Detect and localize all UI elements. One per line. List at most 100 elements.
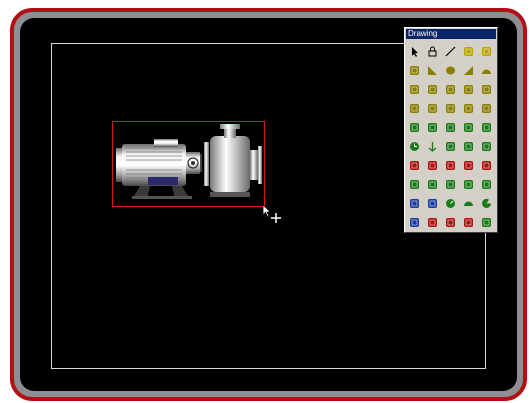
palette-tool-data-table[interactable] bbox=[409, 213, 420, 227]
palette-tool-ellipse[interactable] bbox=[445, 61, 456, 75]
palette-tool-xy-plot[interactable] bbox=[481, 80, 492, 94]
palette-tool-pie[interactable] bbox=[481, 194, 492, 208]
speaker-icon bbox=[446, 161, 455, 170]
camera-icon bbox=[464, 218, 473, 227]
tab-icon bbox=[482, 218, 491, 227]
palette-tool-rounded-rectangle[interactable] bbox=[481, 42, 492, 56]
tank-icon bbox=[428, 85, 437, 94]
numeric-display-icon bbox=[410, 123, 419, 132]
tag-icon bbox=[428, 199, 437, 208]
palette-tool-vertical-scale[interactable] bbox=[409, 99, 420, 113]
level-icon bbox=[464, 142, 473, 151]
palette-tool-tag[interactable] bbox=[427, 194, 438, 208]
palette-tool-valve[interactable] bbox=[445, 175, 456, 189]
palette-tool-down-arrow[interactable] bbox=[427, 137, 438, 152]
palette-tool-tab[interactable] bbox=[481, 213, 492, 227]
palette-tool-triangle[interactable] bbox=[427, 61, 438, 75]
selection-box[interactable] bbox=[112, 121, 265, 207]
palette-tool-shield[interactable] bbox=[445, 99, 456, 113]
meter-icon bbox=[410, 85, 419, 94]
switch-icon bbox=[464, 123, 473, 132]
alarm-banner-icon bbox=[410, 161, 419, 170]
palette-tool-bucket[interactable] bbox=[463, 99, 474, 113]
palette-tool-alarm-list[interactable] bbox=[463, 156, 474, 170]
palette-tool-chart[interactable] bbox=[481, 175, 492, 189]
alarm-list-icon bbox=[464, 161, 473, 170]
palette-tool-speaker[interactable] bbox=[445, 156, 456, 170]
palette-tool-bar-graph[interactable] bbox=[445, 80, 456, 94]
bucket-icon bbox=[464, 104, 473, 113]
palette-tool-trend[interactable] bbox=[481, 156, 492, 170]
palette-tool-3d-rectangle[interactable] bbox=[409, 61, 420, 75]
bar-graph-icon bbox=[446, 85, 455, 94]
line-icon bbox=[445, 46, 456, 57]
wedge-icon bbox=[464, 66, 473, 75]
trend-icon bbox=[482, 161, 491, 170]
palette-tool-half-gauge[interactable] bbox=[463, 194, 474, 206]
crosshair-icon bbox=[271, 213, 281, 223]
rectangle-icon bbox=[464, 47, 473, 56]
palette-tool-flow[interactable] bbox=[463, 175, 474, 189]
palette-tool-io-display[interactable] bbox=[409, 194, 420, 208]
palette-tool-lamp[interactable] bbox=[481, 99, 492, 113]
3d-rectangle-icon bbox=[410, 66, 419, 75]
palette-tool-alarm-banner[interactable] bbox=[409, 156, 420, 170]
message-icon bbox=[446, 218, 455, 227]
palette-tool-wedge[interactable] bbox=[463, 61, 474, 75]
palette-tool-clock[interactable] bbox=[409, 137, 420, 151]
palette-tool-arc[interactable] bbox=[481, 61, 492, 74]
data-table-icon bbox=[410, 218, 419, 227]
palette-tool-gauge[interactable] bbox=[445, 194, 456, 208]
palette-tool-numeric-display[interactable] bbox=[409, 118, 420, 132]
multistate-icon bbox=[482, 123, 491, 132]
palette-tool-push-button[interactable] bbox=[445, 118, 456, 132]
palette-tool-horizontal-scale[interactable] bbox=[427, 99, 438, 113]
palette-tool-multistate[interactable] bbox=[481, 118, 492, 132]
palette-tool-line[interactable] bbox=[445, 42, 456, 57]
numeric-entry-icon bbox=[428, 123, 437, 132]
vertical-scale-icon bbox=[410, 104, 419, 113]
palette-tool-lock[interactable] bbox=[427, 42, 438, 57]
cylinder-icon bbox=[410, 180, 419, 189]
palette-tool-histogram[interactable] bbox=[463, 80, 474, 94]
palette-tool-message[interactable] bbox=[445, 213, 456, 227]
palette-tool-battery[interactable] bbox=[481, 137, 492, 151]
shield-icon bbox=[446, 104, 455, 113]
clock-icon bbox=[410, 142, 419, 151]
palette-tool-rectangle[interactable] bbox=[463, 42, 474, 56]
palette-tool-meter[interactable] bbox=[409, 80, 420, 94]
palette-tool-tank[interactable] bbox=[427, 80, 438, 94]
half-gauge-icon bbox=[464, 201, 473, 206]
palette-title[interactable]: Drawing bbox=[406, 29, 496, 39]
palette-tool-pointer[interactable] bbox=[409, 42, 420, 57]
pie-icon bbox=[482, 198, 491, 208]
triangle-icon bbox=[428, 66, 437, 75]
palette-tool-numeric-entry[interactable] bbox=[427, 118, 438, 132]
recipe-icon bbox=[428, 218, 437, 227]
lock-icon bbox=[428, 46, 437, 57]
pointer-icon bbox=[412, 47, 418, 57]
palette-tool-level[interactable] bbox=[463, 137, 474, 151]
palette-tool-camera[interactable] bbox=[463, 213, 474, 227]
palette-tool-switch[interactable] bbox=[463, 118, 474, 132]
push-button-icon bbox=[446, 123, 455, 132]
block-icon bbox=[428, 180, 437, 189]
palette-tool-alarm[interactable] bbox=[427, 156, 438, 170]
slider-icon bbox=[446, 142, 455, 151]
battery-icon bbox=[482, 142, 491, 151]
rounded-rectangle-icon bbox=[482, 47, 491, 56]
alarm-icon bbox=[428, 161, 437, 170]
drawing-palette: Drawing bbox=[404, 27, 498, 233]
xy-plot-icon bbox=[482, 85, 491, 94]
ellipse-icon bbox=[446, 66, 455, 75]
flow-icon bbox=[464, 180, 473, 189]
palette-tool-cylinder[interactable] bbox=[409, 175, 420, 189]
gauge-icon bbox=[446, 199, 455, 208]
palette-tool-recipe[interactable] bbox=[427, 213, 438, 227]
lamp-icon bbox=[482, 104, 491, 113]
palette-tool-block[interactable] bbox=[427, 175, 438, 189]
valve-icon bbox=[446, 180, 455, 189]
down-arrow-icon bbox=[428, 142, 437, 152]
palette-tool-slider[interactable] bbox=[445, 137, 456, 151]
arc-icon bbox=[482, 69, 491, 74]
